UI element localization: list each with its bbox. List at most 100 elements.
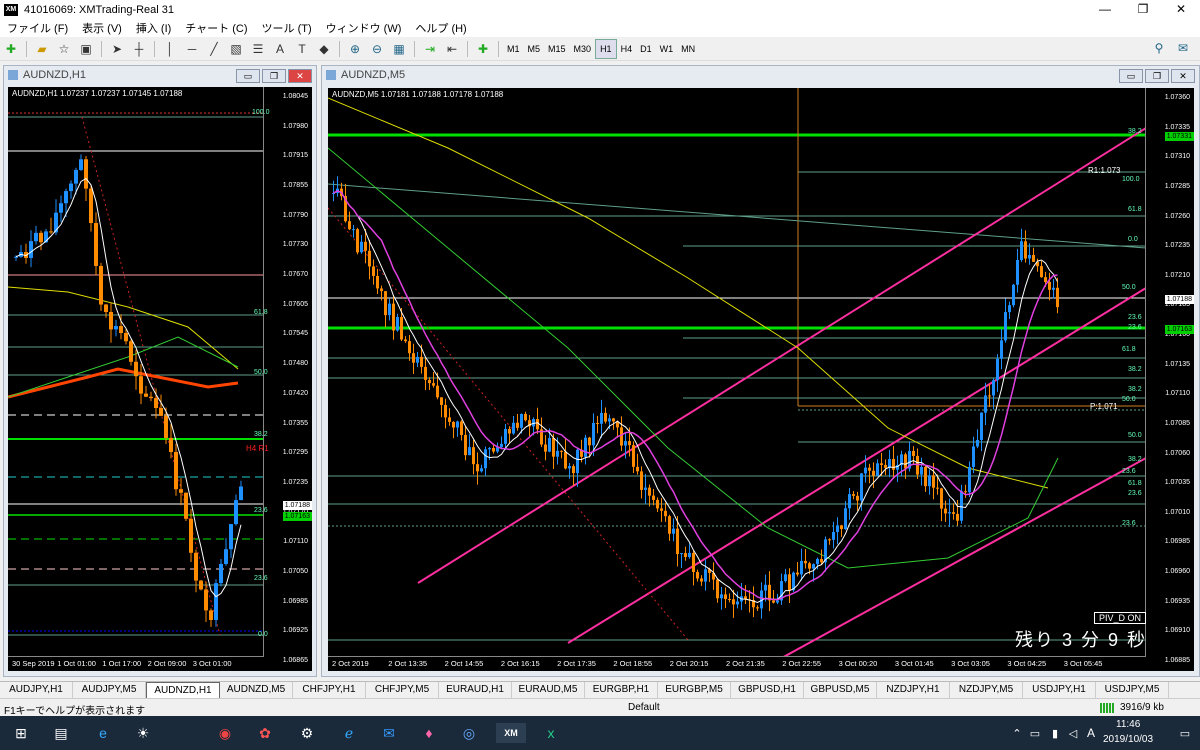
label-icon[interactable]: T <box>292 40 312 58</box>
chart-tab[interactable]: GBPUSD,M5 <box>804 682 877 699</box>
fibonacci-icon[interactable]: ☰ <box>248 40 268 58</box>
menu-insert[interactable]: 挿入 (I) <box>129 20 178 36</box>
tf-m15[interactable]: M15 <box>544 40 570 58</box>
chart-tab[interactable]: EURGBP,H1 <box>585 682 658 699</box>
crosshair-icon[interactable]: ┼ <box>129 40 149 58</box>
chart-shift-icon[interactable]: ⇤ <box>442 40 462 58</box>
window-icon[interactable]: ▣ <box>76 40 96 58</box>
tf-m5[interactable]: M5 <box>524 40 545 58</box>
outlook-icon[interactable]: ✉ <box>378 723 400 743</box>
candle-body <box>480 468 483 472</box>
chart-tab[interactable]: AUDNZD,M5 <box>220 682 293 699</box>
chart-tab[interactable]: AUDJPY,H1 <box>0 682 73 699</box>
autoscroll-icon[interactable]: ⇥ <box>420 40 440 58</box>
cursor-icon[interactable]: ➤ <box>107 40 127 58</box>
task-view-icon[interactable]: ▤ <box>50 723 72 743</box>
chart-tab[interactable]: AUDJPY,M5 <box>73 682 146 699</box>
minimize-button[interactable]: — <box>1086 0 1124 19</box>
chart-tab[interactable]: NZDJPY,H1 <box>877 682 950 699</box>
chart-tab[interactable]: USDJPY,M5 <box>1096 682 1169 699</box>
chart-window-audnzd-h1[interactable]: AUDNZD,H1 ▭ ❐ ✕ AUDNZD,H1 1.07237 1.0723… <box>3 65 317 677</box>
chart-close-button[interactable]: ✕ <box>288 69 312 83</box>
menu-window[interactable]: ウィンドウ (W) <box>319 20 409 36</box>
candle-body <box>149 396 153 399</box>
tf-mn[interactable]: MN <box>677 40 699 58</box>
chart-minimize-button[interactable]: ▭ <box>236 69 260 83</box>
chart-plot-area[interactable]: AUDNZD,M5 1.07181 1.07188 1.07178 1.0718… <box>328 88 1194 671</box>
chart-tab[interactable]: GBPUSD,H1 <box>731 682 804 699</box>
candle-body <box>179 489 183 493</box>
chrome-icon[interactable]: ◉ <box>214 723 236 743</box>
clock-date[interactable]: 2019/10/03 <box>1103 734 1153 745</box>
candle-body <box>104 304 108 312</box>
search-icon[interactable]: ⚲ <box>1149 39 1169 57</box>
status-bar: F1キーでヘルプが表示されます Default 3916/9 kb <box>0 698 1200 717</box>
chart-tab[interactable]: NZDJPY,M5 <box>950 682 1023 699</box>
menu-file[interactable]: ファイル (F) <box>0 20 75 36</box>
ie-icon[interactable]: ℯ <box>338 723 360 743</box>
settings-icon[interactable]: ⚙ <box>296 723 318 743</box>
xm-taskbar-icon[interactable]: XM <box>496 723 526 743</box>
open-folder-icon[interactable]: ▰ <box>32 40 52 58</box>
chart-tab[interactable]: CHFJPY,H1 <box>293 682 366 699</box>
chart-tab[interactable]: CHFJPY,M5 <box>366 682 439 699</box>
new-chart-icon[interactable]: ✚ <box>1 40 21 58</box>
tf-h1[interactable]: H1 <box>595 38 617 59</box>
zoom-in-icon[interactable]: ⊕ <box>345 40 365 58</box>
candle-body <box>892 459 895 470</box>
menu-chart[interactable]: チャート (C) <box>178 20 254 36</box>
chart-plot-area[interactable]: AUDNZD,H1 1.07237 1.07237 1.07145 1.0718… <box>8 87 312 671</box>
windows-start-icon[interactable]: ⊞ <box>10 723 32 743</box>
chart-tab[interactable]: EURGBP,M5 <box>658 682 731 699</box>
zoom-out-icon[interactable]: ⊖ <box>367 40 387 58</box>
menu-help[interactable]: ヘルプ (H) <box>408 20 473 36</box>
candle-body <box>812 564 815 569</box>
chart-close-button[interactable]: ✕ <box>1171 69 1195 83</box>
tf-h4[interactable]: H4 <box>617 40 637 58</box>
chart-tab[interactable]: EURAUD,M5 <box>512 682 585 699</box>
ime-indicator[interactable]: A <box>1080 723 1102 743</box>
tile-windows-icon[interactable]: ▦ <box>389 40 409 58</box>
network-icon[interactable]: ▭ <box>1024 723 1046 743</box>
chart-restore-button[interactable]: ❐ <box>1145 69 1169 83</box>
chart-tab[interactable]: AUDNZD,H1 <box>146 682 220 699</box>
tf-m1[interactable]: M1 <box>503 40 524 58</box>
trendline-icon[interactable]: ╱ <box>204 40 224 58</box>
tf-m30[interactable]: M30 <box>570 40 596 58</box>
chart-tab[interactable]: EURAUD,H1 <box>439 682 512 699</box>
chat-icon[interactable]: ✉ <box>1173 39 1193 57</box>
horizontal-line-icon[interactable]: ─ <box>182 40 202 58</box>
app-icon-3[interactable]: ◎ <box>458 723 480 743</box>
app-icon-2[interactable]: ♦ <box>418 723 440 743</box>
text-icon[interactable]: A <box>270 40 290 58</box>
tf-w1[interactable]: W1 <box>656 40 678 58</box>
maximize-button[interactable]: ❐ <box>1124 0 1162 19</box>
shapes-icon[interactable]: ◆ <box>314 40 334 58</box>
fib-level-label: 23.6 <box>1128 490 1142 497</box>
candle-body <box>788 574 791 591</box>
edge-browser-icon[interactable]: e <box>92 723 114 743</box>
chart-window-audnzd-m5[interactable]: AUDNZD,M5 ▭ ❐ ✕ AUDNZD,M5 1.07181 1.0718… <box>321 65 1200 677</box>
time-tick-label: 3 Oct 05:45 <box>1063 659 1103 668</box>
star-icon[interactable]: ☆ <box>54 40 74 58</box>
tf-d1[interactable]: D1 <box>636 40 656 58</box>
vertical-line-icon[interactable]: │ <box>160 40 180 58</box>
brightness-app-icon[interactable]: ☀ <box>132 723 154 743</box>
candle-body <box>384 291 387 316</box>
piv-d-badge[interactable]: PIV_D ON <box>1094 612 1147 624</box>
excel-icon[interactable]: x <box>540 723 562 743</box>
channel-icon[interactable]: ▧ <box>226 40 246 58</box>
chart-restore-button[interactable]: ❐ <box>262 69 286 83</box>
clock-time[interactable]: 11:46 <box>1116 719 1140 730</box>
candle-body <box>1016 260 1019 285</box>
price-tick-label: 1.06985 <box>1164 538 1190 546</box>
indicators-icon[interactable]: ✚ <box>473 40 493 58</box>
notification-icon[interactable]: ▭ <box>1174 723 1196 743</box>
menu-view[interactable]: 表示 (V) <box>75 20 129 36</box>
menu-tools[interactable]: ツール (T) <box>255 20 319 36</box>
close-button[interactable]: ✕ <box>1162 0 1200 19</box>
price-tick-label: 1.07480 <box>282 360 308 368</box>
app-icon-1[interactable]: ✿ <box>254 723 276 743</box>
chart-tab[interactable]: USDJPY,H1 <box>1023 682 1096 699</box>
chart-minimize-button[interactable]: ▭ <box>1119 69 1143 83</box>
